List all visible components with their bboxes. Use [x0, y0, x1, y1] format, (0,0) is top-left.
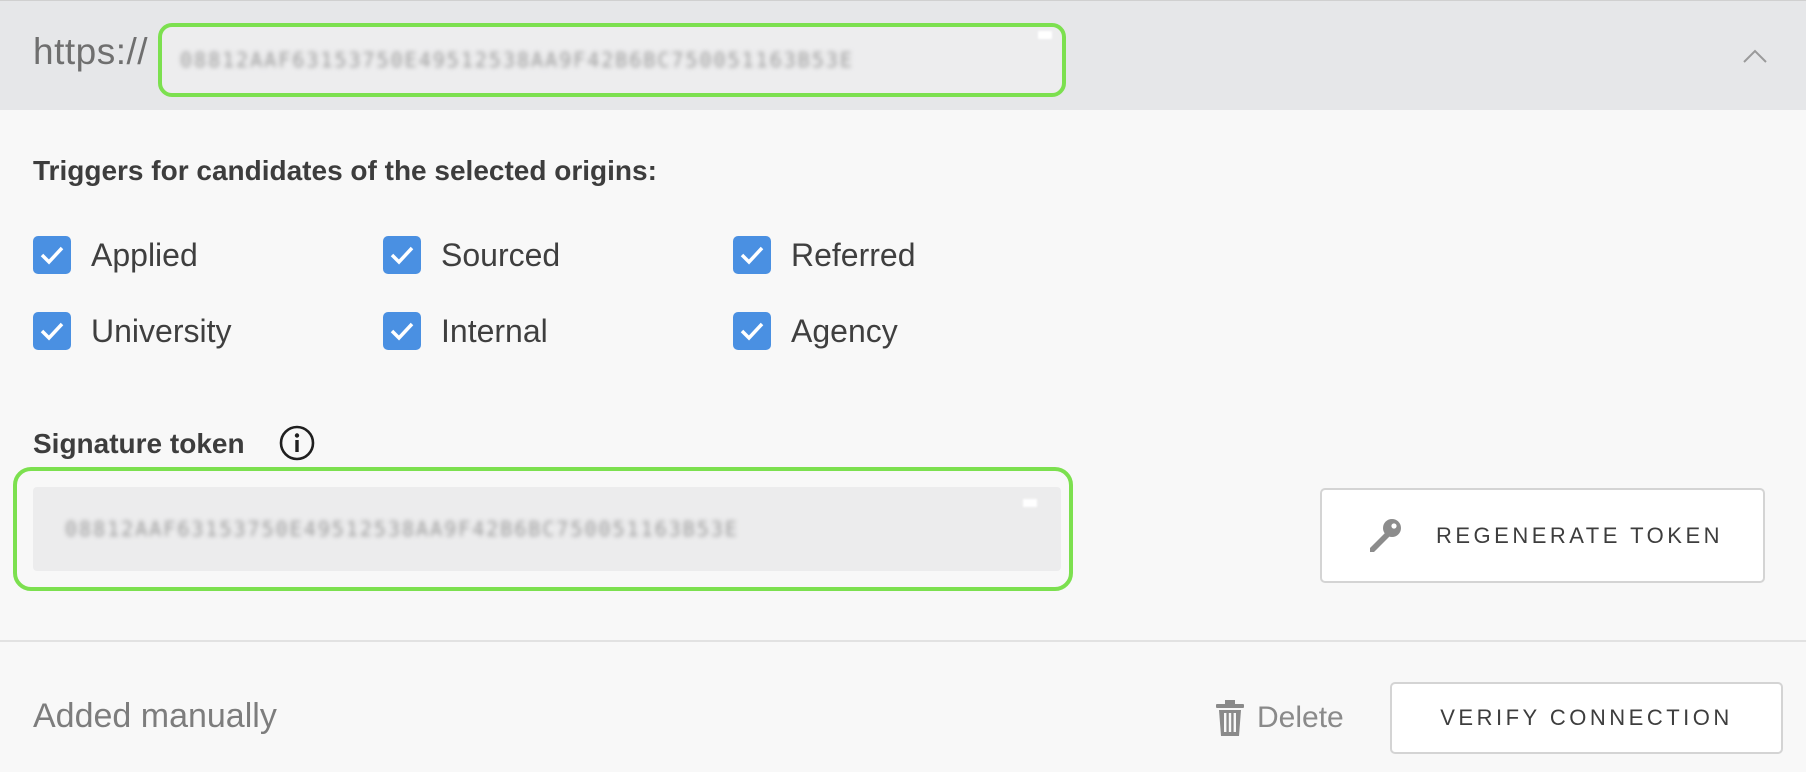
checkbox-label: Applied — [91, 236, 198, 273]
trash-icon — [1216, 700, 1244, 736]
checkbox-checked-icon[interactable] — [733, 236, 771, 274]
webhook-header[interactable]: https:// 08812AAF63153750E49512538AA9F42… — [0, 0, 1806, 110]
signature-token-title: Signature token — [33, 428, 245, 459]
checkbox-internal[interactable]: Internal — [383, 309, 548, 353]
verify-connection-button[interactable]: VERIFY CONNECTION — [1390, 682, 1783, 754]
url-value: 08812AAF63153750E49512538AA9F42B6BC75005… — [180, 48, 854, 72]
signature-token-value: 08812AAF63153750E49512538AA9F42B6BC75005… — [65, 517, 739, 541]
checkbox-checked-icon[interactable] — [33, 312, 71, 350]
info-icon[interactable] — [278, 424, 316, 462]
url-field[interactable]: 08812AAF63153750E49512538AA9F42B6BC75005… — [158, 23, 1066, 97]
regenerate-token-button[interactable]: REGENERATE TOKEN — [1320, 488, 1765, 583]
checkbox-agency[interactable]: Agency — [733, 309, 898, 353]
delete-button[interactable]: Delete — [1215, 696, 1344, 740]
checkbox-checked-icon[interactable] — [383, 236, 421, 274]
checkbox-referred[interactable]: Referred — [733, 233, 916, 277]
checkbox-label: Internal — [441, 312, 548, 349]
added-manually-text: Added manually — [33, 697, 277, 735]
section-divider — [0, 640, 1806, 642]
key-icon — [1369, 518, 1401, 552]
checkbox-applied[interactable]: Applied — [33, 233, 198, 277]
checkbox-checked-icon[interactable] — [33, 236, 71, 274]
chevron-up-icon[interactable] — [1740, 41, 1770, 71]
url-prefix: https:// — [33, 31, 149, 72]
checkbox-label: Referred — [791, 236, 916, 273]
checkbox-sourced[interactable]: Sourced — [383, 233, 560, 277]
triggers-title: Triggers for candidates of the selected … — [33, 155, 657, 186]
delete-label: Delete — [1257, 701, 1344, 734]
field-corner-mark — [1023, 499, 1037, 507]
regenerate-token-label: REGENERATE TOKEN — [1435, 522, 1724, 548]
checkbox-label: University — [91, 312, 232, 349]
signature-token-input[interactable]: 08812AAF63153750E49512538AA9F42B6BC75005… — [33, 487, 1061, 571]
checkbox-checked-icon[interactable] — [383, 312, 421, 350]
checkbox-university[interactable]: University — [33, 309, 231, 353]
verify-connection-label: VERIFY CONNECTION — [1440, 705, 1733, 730]
checkbox-label: Sourced — [441, 236, 561, 273]
signature-token-field[interactable]: 08812AAF63153750E49512538AA9F42B6BC75005… — [13, 467, 1073, 591]
checkbox-label: Agency — [791, 312, 898, 349]
checkbox-checked-icon[interactable] — [733, 312, 771, 350]
field-corner-mark — [1038, 31, 1052, 39]
